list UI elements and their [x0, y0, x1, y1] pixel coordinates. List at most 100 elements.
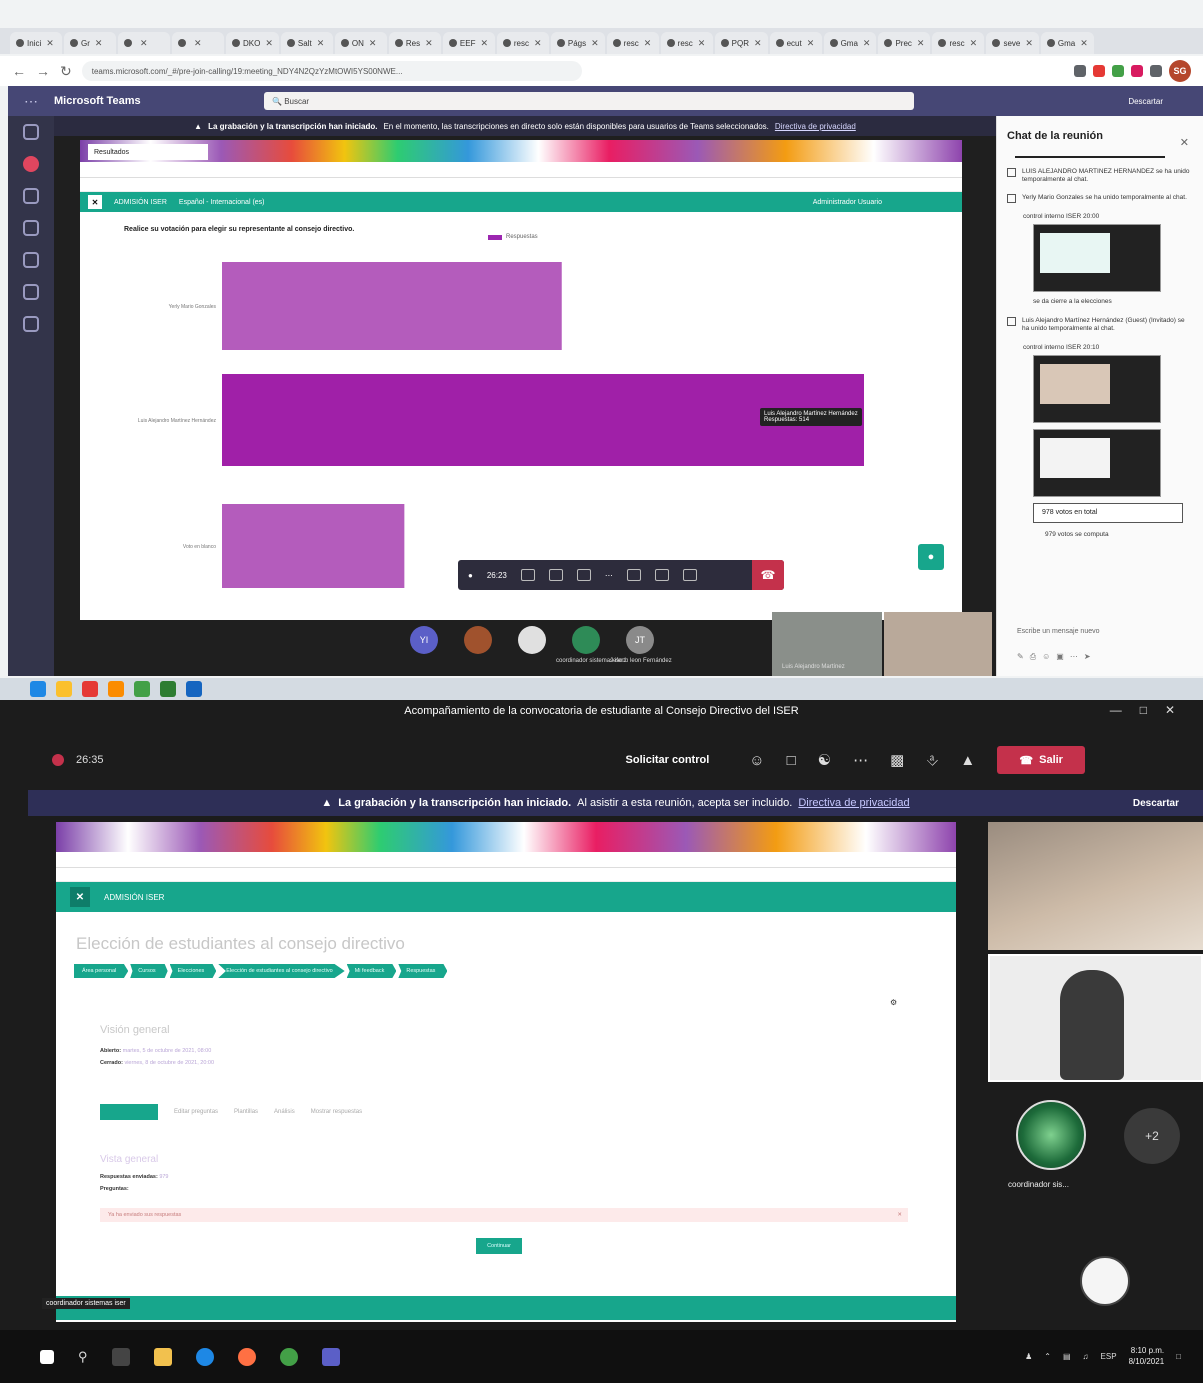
- mic-off-icon[interactable]: ⎀: [926, 752, 938, 769]
- extension-icon[interactable]: [1093, 65, 1105, 77]
- close-icon[interactable]: ✕: [1080, 38, 1088, 49]
- scroll-top-button[interactable]: ●: [918, 544, 944, 570]
- close-icon[interactable]: ✕: [369, 38, 377, 49]
- browser-tab[interactable]: Prec ✕: [878, 32, 931, 54]
- browser-tab[interactable]: Págs ✕: [550, 32, 605, 54]
- hangup-button[interactable]: ☎: [752, 560, 784, 590]
- calendar-icon[interactable]: [23, 220, 39, 236]
- app-launcher-icon[interactable]: ⋯: [8, 93, 54, 110]
- chat-image[interactable]: [1033, 224, 1161, 293]
- browser-tab[interactable]: EEF ✕: [442, 32, 495, 54]
- back-icon[interactable]: ←: [12, 63, 26, 79]
- close-icon[interactable]: ✕: [1165, 703, 1193, 717]
- notifications-icon[interactable]: □: [1176, 1352, 1181, 1361]
- extension-icon[interactable]: [1112, 65, 1124, 77]
- reactions-icon[interactable]: ☯: [818, 751, 831, 769]
- camera-off-icon[interactable]: ▩: [890, 751, 904, 769]
- app-icon[interactable]: [82, 681, 98, 697]
- close-icon[interactable]: ✕: [88, 195, 102, 209]
- dismiss-button[interactable]: Descartar: [1133, 798, 1179, 809]
- activity-icon[interactable]: [23, 124, 39, 140]
- close-icon[interactable]: ✕: [1180, 136, 1189, 149]
- avatar[interactable]: [572, 626, 600, 654]
- calls-icon[interactable]: [23, 252, 39, 268]
- more-participants[interactable]: +2: [1124, 1108, 1180, 1164]
- apps-icon[interactable]: [23, 316, 39, 332]
- continue-button[interactable]: Continuar: [476, 1238, 522, 1254]
- close-icon[interactable]: ✕: [70, 887, 90, 907]
- folder-icon[interactable]: [153, 1347, 172, 1366]
- close-icon[interactable]: ✕: [644, 38, 652, 49]
- more-icon[interactable]: ⋯: [853, 751, 868, 769]
- feedback-tab[interactable]: Editar preguntas: [174, 1109, 218, 1115]
- tab-overview[interactable]: Vista general: [100, 1104, 158, 1120]
- forward-icon[interactable]: →: [36, 63, 50, 79]
- language-indicator[interactable]: ESP: [1101, 1352, 1117, 1361]
- people-icon[interactable]: ♟: [1025, 1352, 1032, 1361]
- close-icon[interactable]: ✕: [194, 38, 202, 49]
- avatar[interactable]: [518, 626, 546, 654]
- chat-icon[interactable]: [23, 156, 39, 172]
- browser-tab[interactable]: resc ✕: [606, 32, 659, 54]
- app-icon[interactable]: [30, 681, 46, 697]
- breadcrumb-item[interactable]: Elección de estudiantes al consejo direc…: [218, 964, 345, 978]
- teams-icon[interactable]: [321, 1347, 340, 1366]
- browser-tab[interactable]: Gma ✕: [1040, 32, 1094, 54]
- firefox-icon[interactable]: [237, 1347, 256, 1366]
- browser-tab[interactable]: resc ✕: [660, 32, 713, 54]
- close-icon[interactable]: ✕: [140, 38, 148, 49]
- chart-bar[interactable]: [222, 504, 405, 588]
- close-icon[interactable]: ✕: [1025, 38, 1033, 49]
- participants-icon[interactable]: ☺: [749, 752, 764, 769]
- browser-tab[interactable]: DKO ✕: [226, 32, 279, 54]
- browser-tab[interactable]: ON ✕: [334, 32, 387, 54]
- browser-tab[interactable]: ✕: [118, 32, 170, 54]
- chat-toggle-icon[interactable]: [654, 569, 669, 581]
- close-icon[interactable]: ✕: [425, 38, 433, 49]
- user-menu[interactable]: Administrador Usuario: [813, 199, 882, 206]
- close-icon[interactable]: ✕: [46, 38, 54, 49]
- profile-avatar[interactable]: SG: [1169, 60, 1191, 82]
- close-icon[interactable]: ✕: [917, 38, 925, 49]
- breadcrumb-item[interactable]: Cursos: [130, 964, 168, 978]
- close-icon[interactable]: ✕: [591, 38, 599, 49]
- browser-tab[interactable]: resc ✕: [932, 32, 985, 54]
- browser-tab[interactable]: Res ✕: [388, 32, 441, 54]
- maximize-icon[interactable]: □: [1140, 703, 1165, 717]
- clock[interactable]: 8:10 p.m. 8/10/2021: [1129, 1346, 1165, 1367]
- windows-start-icon[interactable]: [40, 1349, 54, 1364]
- volume-icon[interactable]: ♫: [1083, 1352, 1089, 1361]
- teams-icon[interactable]: [23, 188, 39, 204]
- chat-image[interactable]: [1033, 354, 1161, 423]
- gear-icon[interactable]: ⚙: [890, 998, 897, 1007]
- close-icon[interactable]: ✕: [534, 38, 542, 49]
- excel-icon[interactable]: [160, 681, 176, 697]
- close-icon[interactable]: ✕: [863, 38, 871, 49]
- close-icon[interactable]: ✕: [897, 1212, 902, 1218]
- close-icon[interactable]: ✕: [754, 38, 762, 49]
- task-view-icon[interactable]: [111, 1347, 130, 1366]
- avatar[interactable]: YI: [410, 626, 438, 654]
- close-icon[interactable]: ✕: [95, 38, 103, 49]
- breadcrumb-item[interactable]: Elecciones: [169, 964, 217, 978]
- feedback-tab[interactable]: Plantillas: [234, 1109, 258, 1115]
- leave-button[interactable]: ☎ Salir: [997, 746, 1086, 774]
- self-avatar[interactable]: [1080, 1256, 1130, 1306]
- chrome-icon[interactable]: [279, 1347, 298, 1366]
- network-icon[interactable]: ▤: [1063, 1352, 1071, 1361]
- browser-tab[interactable]: ecut ✕: [769, 32, 822, 54]
- mic-icon[interactable]: [548, 569, 563, 581]
- close-icon[interactable]: ✕: [970, 38, 978, 49]
- attach-icon[interactable]: ⎙: [1030, 652, 1042, 661]
- breadcrumb-item[interactable]: Área personal: [74, 964, 129, 978]
- feedback-tab[interactable]: Análisis: [274, 1109, 295, 1115]
- search-input[interactable]: 🔍 Buscar: [264, 92, 914, 110]
- share-tray-icon[interactable]: ▲: [960, 752, 975, 769]
- chat-icon[interactable]: □: [787, 752, 796, 769]
- breadcrumb-item[interactable]: Respuestas: [398, 964, 448, 978]
- puzzle-icon[interactable]: [1150, 65, 1162, 77]
- raise-hand-icon[interactable]: [626, 569, 641, 581]
- language-menu[interactable]: Español - Internacional (es): [179, 199, 265, 206]
- avatar[interactable]: [1016, 1100, 1086, 1170]
- dismiss-link[interactable]: Descartar: [1128, 97, 1163, 106]
